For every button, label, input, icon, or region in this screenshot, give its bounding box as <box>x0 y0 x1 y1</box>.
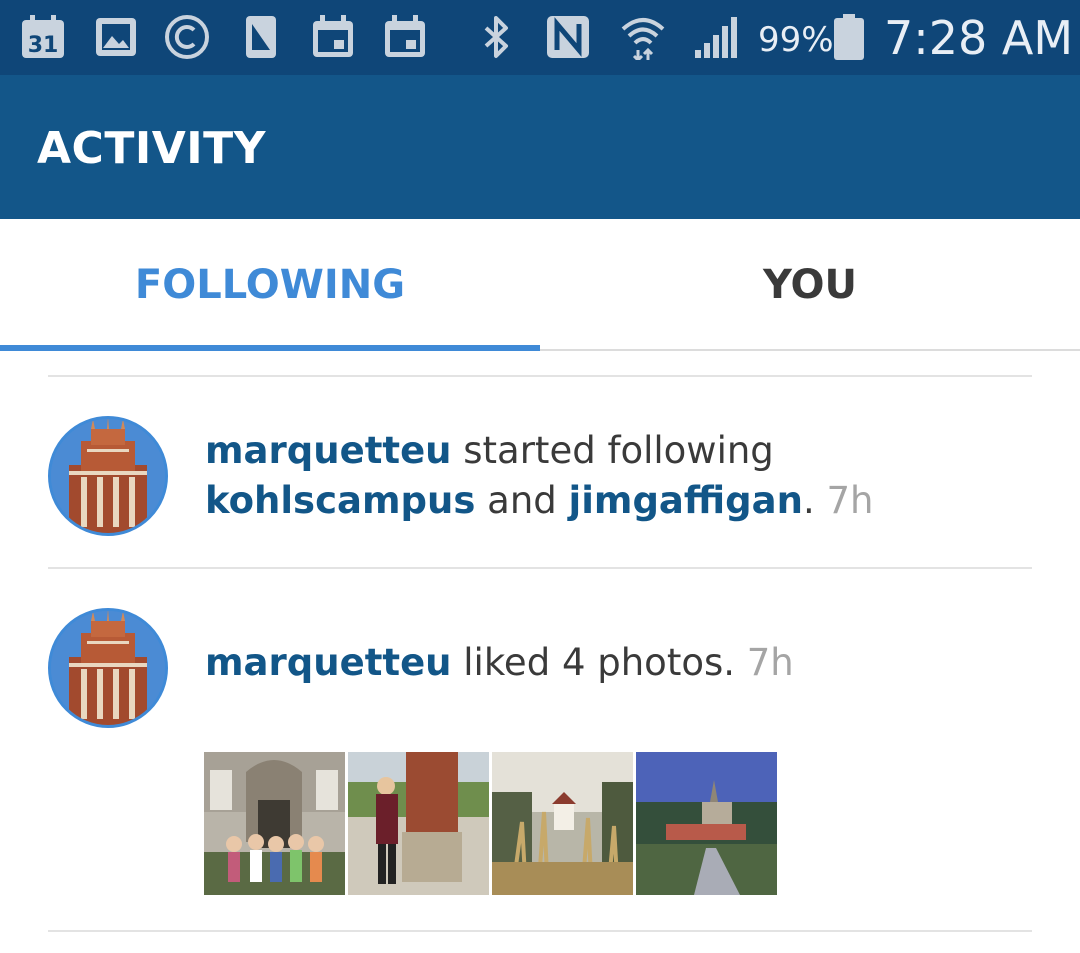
timestamp: 7h <box>746 641 794 684</box>
punctuation-text: . <box>802 479 827 522</box>
clock: 7:28 AM <box>884 11 1074 65</box>
photo-thumbnail[interactable] <box>204 752 345 895</box>
photo-thumbnail[interactable] <box>348 752 489 895</box>
tab-following[interactable]: FOLLOWING <box>0 219 540 351</box>
calendar-event-icon <box>310 14 356 60</box>
page-title: ACTIVITY <box>37 123 267 174</box>
activity-story: marquetteu started following kohlscampus… <box>205 426 1045 526</box>
target-username-link[interactable]: jimgaffigan <box>569 479 803 522</box>
nfc-icon <box>545 14 591 60</box>
action-text: started following <box>451 429 774 472</box>
avatar[interactable] <box>48 416 168 536</box>
divider <box>48 567 1032 569</box>
liked-photos-row <box>204 752 777 895</box>
wifi-icon <box>620 14 666 60</box>
calendar-event-icon <box>382 14 428 60</box>
action-text: liked 4 photos. <box>451 641 747 684</box>
copyright-icon <box>164 14 210 60</box>
photo-thumbnail[interactable] <box>636 752 777 895</box>
divider <box>48 375 1032 377</box>
username-link[interactable]: marquetteu <box>205 429 452 472</box>
divider <box>48 930 1032 932</box>
target-username-link[interactable]: kohlscampus <box>205 479 475 522</box>
bluetooth-icon <box>474 14 520 60</box>
active-tab-indicator <box>0 345 540 351</box>
battery-percent: 99% <box>758 20 834 60</box>
photo-thumbnail[interactable] <box>492 752 633 895</box>
avatar[interactable] <box>48 608 168 728</box>
tab-you[interactable]: YOU <box>540 219 1080 351</box>
status-bar: 31 99% 7:28 AM <box>0 0 1080 75</box>
signal-icon <box>693 14 739 60</box>
calendar-31-icon: 31 <box>20 14 66 60</box>
action-bar: ACTIVITY <box>0 75 1080 219</box>
battery-icon <box>826 14 872 60</box>
calendar-day-text: 31 <box>28 33 59 58</box>
connector-text: and <box>475 479 569 522</box>
username-link[interactable]: marquetteu <box>205 641 452 684</box>
timestamp: 7h <box>826 479 874 522</box>
tab-bar: FOLLOWING YOU <box>0 219 1080 351</box>
phone-icon <box>238 14 284 60</box>
activity-story: marquetteu liked 4 photos. 7h <box>205 638 1045 688</box>
gallery-icon <box>93 14 139 60</box>
